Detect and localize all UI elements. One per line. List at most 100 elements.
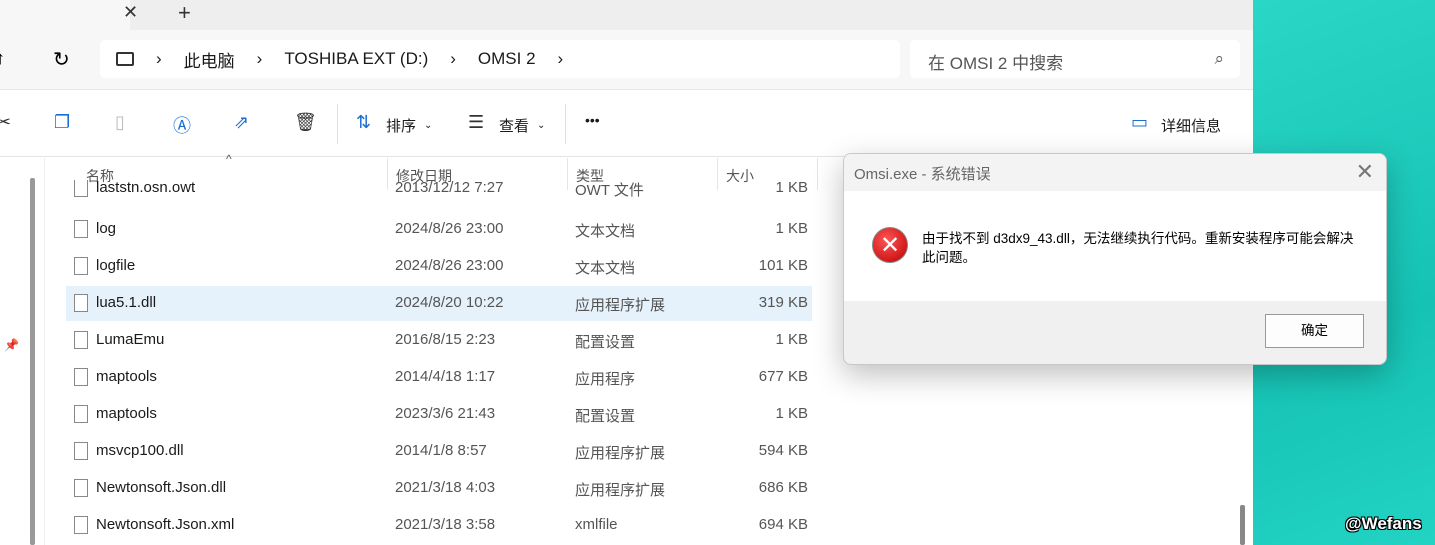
- file-icon: [74, 442, 88, 460]
- file-name: maptools: [96, 368, 157, 385]
- view-label: 查看: [499, 118, 530, 135]
- file-icon: [74, 405, 88, 423]
- file-date: 2023/3/6 21:43: [395, 405, 496, 422]
- close-tab-icon[interactable]: ✕: [123, 2, 138, 23]
- file-type: 应用程序扩展: [575, 482, 666, 499]
- up-icon[interactable]: ↑: [0, 48, 5, 69]
- tab-omsi2[interactable]: ✕: [0, 0, 138, 30]
- file-date: 2021/3/18 3:58: [395, 516, 496, 533]
- chevron-down-icon: ⌄: [424, 120, 433, 131]
- address-bar[interactable]: › 此电脑 › TOSHIBA EXT (D:) › OMSI 2 ›: [100, 40, 900, 78]
- rename-icon[interactable]: Ⓐ: [173, 112, 191, 138]
- file-type: 配置设置: [575, 408, 636, 425]
- file-icon: [74, 479, 88, 497]
- error-icon: ✕: [872, 227, 908, 263]
- file-size: 319 KB: [758, 294, 808, 311]
- file-type: 应用程序: [575, 371, 636, 388]
- breadcrumb-drive[interactable]: TOSHIBA EXT (D:): [284, 49, 428, 69]
- dialog-title: Omsi.exe - 系统错误: [844, 154, 1386, 191]
- file-row[interactable]: maptools 2023/3/6 21:43 配置设置 1 KB: [66, 397, 812, 432]
- sort-ascending-icon: ^: [226, 152, 232, 166]
- file-name: logfile: [96, 257, 136, 274]
- new-tab-button[interactable]: +: [178, 0, 191, 26]
- file-size: 677 KB: [758, 368, 808, 385]
- file-row[interactable]: laststn.osn.owt 2013/12/12 7:27 OWT 文件 1…: [66, 180, 812, 202]
- file-size: 1 KB: [775, 331, 808, 348]
- file-type: OWT 文件: [575, 182, 644, 199]
- divider: [565, 104, 566, 144]
- file-date: 2024/8/26 23:00: [395, 257, 504, 274]
- file-date: 2024/8/26 23:00: [395, 220, 504, 237]
- computer-icon: [116, 52, 134, 66]
- file-type: 文本文档: [575, 223, 636, 240]
- file-icon: [74, 331, 88, 349]
- more-options-button[interactable]: •••: [585, 112, 600, 128]
- error-message: 由于找不到 d3dx9_43.dll，无法继续执行代码。重新安装程序可能会解决此…: [922, 231, 1354, 265]
- copy-icon[interactable]: ❐: [54, 112, 70, 133]
- file-name: Newtonsoft.Json.xml: [96, 516, 235, 533]
- file-row[interactable]: log 2024/8/26 23:00 文本文档 1 KB: [66, 212, 812, 247]
- breadcrumb-this-pc[interactable]: 此电脑: [184, 47, 235, 72]
- file-date: 2021/3/18 4:03: [395, 479, 496, 496]
- file-date: 2016/8/15 2:23: [395, 331, 496, 348]
- chevron-right-icon: ›: [450, 49, 456, 68]
- file-date: 2014/4/18 1:17: [395, 368, 496, 385]
- file-size: 1 KB: [775, 405, 808, 422]
- file-icon: [74, 294, 88, 312]
- chevron-right-icon[interactable]: ›: [558, 49, 564, 69]
- breadcrumb-omsi2[interactable]: OMSI 2: [478, 49, 536, 69]
- file-type: 应用程序扩展: [575, 297, 666, 314]
- chevron-down-icon: ⌄: [537, 120, 546, 131]
- file-size: 101 KB: [758, 257, 808, 274]
- file-name: Newtonsoft.Json.dll: [96, 479, 227, 496]
- file-type: 文本文档: [575, 260, 636, 277]
- file-size: 694 KB: [758, 516, 808, 533]
- command-bar: ✂ ❐ ▯ Ⓐ ⇗ 🗑 ⇅ 排序 ⌄ ☰ 查看 ⌄ ••• ▭ 详细信息: [0, 90, 1253, 157]
- file-name: log: [96, 220, 117, 237]
- delete-icon[interactable]: 🗑: [294, 112, 317, 133]
- search-input[interactable]: 在 OMSI 2 中搜索 ⌕: [910, 40, 1240, 78]
- error-dialog: Omsi.exe - 系统错误 ✕ ✕ 由于找不到 d3dx9_43.dll，无…: [843, 153, 1387, 365]
- refresh-icon[interactable]: ↻: [53, 47, 70, 72]
- divider: [337, 104, 338, 144]
- file-list-scrollbar[interactable]: [1240, 505, 1245, 545]
- file-type: xmlfile: [575, 516, 618, 533]
- file-row[interactable]: LumaEmu 2016/8/15 2:23 配置设置 1 KB: [66, 323, 812, 358]
- pin-icon: 📌: [4, 338, 19, 352]
- file-size: 1 KB: [775, 180, 808, 196]
- close-icon[interactable]: ✕: [1356, 159, 1374, 185]
- navigation-bar: ↑ ↻ › 此电脑 › TOSHIBA EXT (D:) › OMSI 2 › …: [0, 30, 1253, 90]
- file-icon: [74, 368, 88, 386]
- file-name: msvcp100.dll: [96, 442, 184, 459]
- search-icon: ⌕: [1214, 49, 1224, 68]
- search-placeholder: 在 OMSI 2 中搜索: [928, 54, 1064, 73]
- sort-label: 排序: [386, 118, 417, 135]
- file-date: 2024/8/20 10:22: [395, 294, 504, 311]
- file-row[interactable]: maptools 2014/4/18 1:17 应用程序 677 KB: [66, 360, 812, 395]
- ok-button[interactable]: 确定: [1265, 314, 1364, 348]
- paste-icon[interactable]: ▯: [115, 112, 125, 133]
- file-name: lua5.1.dll: [96, 294, 157, 311]
- file-row[interactable]: lua5.1.dll 2024/8/20 10:22 应用程序扩展 319 KB: [66, 286, 812, 321]
- file-row[interactable]: Newtonsoft.Json.dll 2021/3/18 4:03 应用程序扩…: [66, 471, 812, 506]
- file-row[interactable]: Newtonsoft.Json.xml 2021/3/18 3:58 xmlfi…: [66, 508, 812, 543]
- file-name: laststn.osn.owt: [96, 180, 196, 196]
- share-icon[interactable]: ⇗: [234, 112, 249, 133]
- details-label: 详细信息: [1161, 118, 1222, 135]
- navigation-pane: 📌: [0, 158, 45, 545]
- sort-icon: ⇅: [356, 112, 372, 132]
- file-size: 594 KB: [758, 442, 808, 459]
- file-row[interactable]: msvcp100.dll 2014/1/8 8:57 应用程序扩展 594 KB: [66, 434, 812, 469]
- file-type: 应用程序扩展: [575, 445, 666, 462]
- watermark: @Wefans: [1345, 514, 1422, 533]
- tab-bar: ✕ +: [0, 0, 1253, 30]
- nav-pane-scrollbar[interactable]: [30, 178, 35, 545]
- chevron-right-icon: ›: [256, 49, 263, 68]
- file-size: 1 KB: [775, 220, 808, 237]
- file-row[interactable]: logfile 2024/8/26 23:00 文本文档 101 KB: [66, 249, 812, 284]
- file-name: LumaEmu: [96, 331, 165, 348]
- file-size: 686 KB: [758, 479, 808, 496]
- cut-icon[interactable]: ✂: [0, 112, 11, 133]
- file-date: 2014/1/8 8:57: [395, 442, 487, 459]
- chevron-right-icon: ›: [156, 49, 162, 68]
